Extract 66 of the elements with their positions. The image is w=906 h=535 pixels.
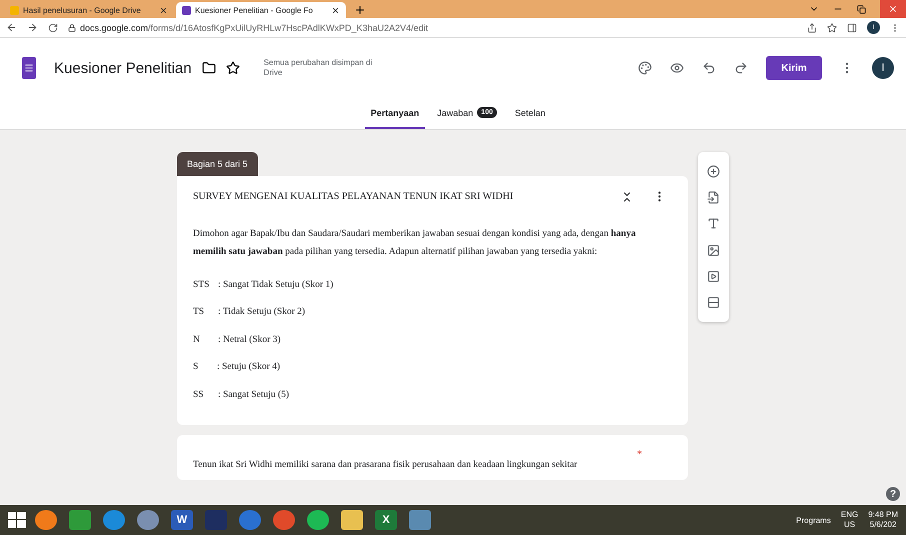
- account-avatar[interactable]: I: [872, 57, 894, 79]
- taskbar-app-icon[interactable]: X: [375, 510, 397, 530]
- scale-meaning: : Sangat Tidak Setuju (Skor 1): [218, 280, 334, 290]
- form-tab[interactable]: Pertanyaan: [364, 98, 426, 129]
- lock-icon: [68, 24, 76, 32]
- scale-code: N: [193, 334, 201, 345]
- form-tab[interactable]: Setelan: [508, 98, 552, 129]
- save-status: Semua perubahan disimpan di Drive: [264, 58, 374, 78]
- redo-icon[interactable]: [734, 61, 748, 75]
- side-panel-icon[interactable]: [847, 22, 857, 32]
- section-label: Bagian 5 dari 5: [177, 152, 258, 176]
- collapse-icon[interactable]: [621, 190, 633, 202]
- help-button[interactable]: ?: [886, 487, 900, 501]
- scale-code: SS: [193, 390, 205, 400]
- star-icon[interactable]: [827, 22, 837, 32]
- scale-meaning: : Sangat Setuju (5): [218, 390, 289, 400]
- taskbar-app-icon[interactable]: [103, 510, 125, 530]
- preview-icon[interactable]: [670, 61, 684, 75]
- section-description: Dimohon agar Bapak/Ibu dan Saudara/Saudari memberikan jawaban sesuai dengan kondisi yang ada, dengan hanya memilih satu jawaban pada pilihan yang tersedia. Adapun alternatif pilihan jawaban yang tersedia yakni:: [193, 228, 637, 259]
- required-mark: *: [637, 448, 642, 460]
- scale-code: S: [193, 362, 200, 372]
- tab-title: Kuesioner Penelitian - Google Fo: [195, 6, 314, 14]
- section-title: SURVEY MENGENAI KUALITAS PELAYANAN TENUN IKAT SRI WIDHI: [193, 191, 514, 202]
- taskbar-app-icon[interactable]: W: [171, 510, 193, 530]
- taskbar-app-icon[interactable]: [137, 510, 159, 530]
- windows-logo-icon[interactable]: [8, 512, 26, 528]
- favicon-icon: [10, 6, 19, 14]
- taskbar-app-icon[interactable]: [35, 510, 57, 530]
- scale-meaning: : Netral (Skor 3): [218, 334, 281, 345]
- video-icon[interactable]: [707, 270, 720, 283]
- share-icon[interactable]: [807, 22, 817, 32]
- scale-code: TS: [193, 307, 206, 318]
- palette-icon[interactable]: [638, 61, 652, 75]
- restore-icon[interactable]: [857, 4, 866, 14]
- clock[interactable]: 9:48 PM 5/6/202: [868, 510, 898, 530]
- undo-icon[interactable]: [702, 61, 716, 75]
- browser-tab[interactable]: Kuesioner Penelitian - Google Fo: [176, 2, 346, 18]
- scale-meaning: : Tidak Setuju (Skor 2): [218, 307, 306, 318]
- form-title: Kuesioner Penelitian: [54, 60, 192, 76]
- taskbar-app-icon[interactable]: [307, 510, 329, 530]
- folder-icon[interactable]: [202, 61, 216, 75]
- toolbar-label[interactable]: Programs: [796, 516, 831, 524]
- close-icon[interactable]: [159, 6, 168, 14]
- import-icon[interactable]: [707, 190, 720, 204]
- tab-title: Hasil penelusuran - Google Drive: [23, 6, 142, 14]
- favicon-icon: [182, 6, 191, 14]
- close-icon[interactable]: [331, 6, 340, 14]
- star-icon[interactable]: [226, 61, 240, 75]
- image-icon[interactable]: [707, 244, 720, 257]
- browser-tab[interactable]: Hasil penelusuran - Google Drive: [4, 2, 174, 18]
- url-text: docs.google.com/forms/d/16AtosfKgPxUilUyRHLw7HscPAdlKWxPD_K3haU2A2V4/edit: [80, 22, 428, 32]
- back-icon[interactable]: [6, 22, 17, 33]
- add-question-icon[interactable]: [707, 164, 720, 178]
- new-tab-icon[interactable]: [354, 4, 366, 16]
- scale-code: STS: [193, 280, 210, 290]
- reload-icon[interactable]: [48, 22, 58, 32]
- address-bar[interactable]: docs.google.com/forms/d/16AtosfKgPxUilUyRHLw7HscPAdlKWxPD_K3haU2A2V4/edit: [68, 22, 797, 32]
- send-button[interactable]: Kirim: [766, 56, 822, 80]
- title-icon[interactable]: [707, 217, 720, 230]
- forms-logo-icon: [22, 57, 36, 79]
- taskbar-app-icon[interactable]: [273, 510, 295, 530]
- input-language[interactable]: ENG US: [840, 510, 858, 530]
- question-text: Tenun ikat Sri Widhi memiliki sarana dan prasarana fisik perusahaan dan keadaan lingkungan sekitar: [193, 460, 578, 470]
- forward-icon[interactable]: [27, 22, 38, 33]
- section-icon[interactable]: [707, 296, 720, 310]
- scale-meaning: : Setuju (Skor 4): [217, 362, 280, 372]
